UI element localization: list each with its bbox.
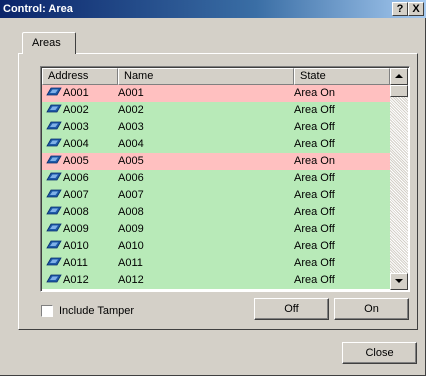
- window-title: Control: Area: [3, 3, 73, 15]
- state-cell: Area Off: [294, 104, 335, 116]
- address-text: A009: [63, 223, 89, 235]
- address-cell: A004: [46, 136, 118, 153]
- close-button[interactable]: Close: [342, 342, 417, 364]
- tab-label: Areas: [32, 37, 61, 49]
- state-cell: Area Off: [294, 223, 335, 235]
- table-row[interactable]: A008 A008 Area Off: [42, 204, 390, 221]
- name-cell: A002: [118, 104, 144, 116]
- state-cell: Area On: [294, 155, 335, 167]
- include-tamper-label: Include Tamper: [59, 305, 135, 317]
- name-cell: A006: [118, 172, 144, 184]
- address-text: A006: [63, 172, 89, 184]
- address-cell: A008: [46, 204, 118, 221]
- area-icon: [46, 189, 62, 198]
- table-row[interactable]: A002 A002 Area Off: [42, 102, 390, 119]
- address-text: A001: [63, 87, 89, 99]
- include-tamper-checkbox[interactable]: [41, 305, 53, 317]
- area-icon: [46, 274, 62, 283]
- areas-list[interactable]: Address Name State A001 A001 Area On A002 A0…: [40, 66, 410, 292]
- address-cell: A007: [46, 187, 118, 204]
- off-button[interactable]: Off: [254, 298, 329, 320]
- area-icon: [46, 155, 62, 164]
- state-cell: Area Off: [294, 138, 335, 150]
- address-cell: A005: [46, 153, 118, 170]
- name-cell: A008: [118, 206, 144, 218]
- table-row[interactable]: A003 A003 Area Off: [42, 119, 390, 136]
- address-text: A007: [63, 189, 89, 201]
- table-row[interactable]: A001 A001 Area On: [42, 85, 390, 102]
- address-cell: A012: [46, 272, 118, 289]
- area-icon: [46, 206, 62, 215]
- name-cell: A011: [118, 257, 143, 269]
- window-close-button[interactable]: X: [408, 2, 424, 16]
- name-cell: A004: [118, 138, 144, 150]
- table-row[interactable]: A006 A006 Area Off: [42, 170, 390, 187]
- name-cell: A010: [118, 240, 144, 252]
- area-icon: [46, 87, 62, 96]
- column-header-address[interactable]: Address: [42, 68, 118, 85]
- address-text: A005: [63, 155, 89, 167]
- scroll-thumb[interactable]: [390, 85, 408, 97]
- state-cell: Area Off: [294, 257, 335, 269]
- area-icon: [46, 172, 62, 181]
- column-header-name[interactable]: Name: [118, 68, 294, 85]
- address-cell: A011: [46, 255, 118, 272]
- address-cell: A001: [46, 85, 118, 102]
- table-row[interactable]: A009 A009 Area Off: [42, 221, 390, 238]
- list-header: Address Name State: [42, 68, 390, 85]
- table-row[interactable]: A011 A011 Area Off: [42, 255, 390, 272]
- title-bar[interactable]: Control: Area ? X: [0, 0, 426, 18]
- table-row[interactable]: A005 A005 Area On: [42, 153, 390, 170]
- scroll-down-button[interactable]: [390, 273, 408, 290]
- area-icon: [46, 121, 62, 130]
- tab-areas[interactable]: Areas: [22, 32, 76, 54]
- name-cell: A007: [118, 189, 144, 201]
- address-text: A010: [63, 240, 89, 252]
- column-header-state[interactable]: State: [294, 68, 390, 85]
- address-cell: A006: [46, 170, 118, 187]
- state-cell: Area Off: [294, 240, 335, 252]
- state-cell: Area Off: [294, 189, 335, 201]
- area-icon: [46, 138, 62, 147]
- arrow-down-icon: [395, 279, 403, 283]
- list-rows: A001 A001 Area On A002 A002 Area Off A003 A003 A…: [42, 85, 390, 289]
- table-row[interactable]: A004 A004 Area Off: [42, 136, 390, 153]
- state-cell: Area Off: [294, 172, 335, 184]
- state-cell: Area Off: [294, 206, 335, 218]
- name-cell: A001: [118, 87, 144, 99]
- address-cell: A009: [46, 221, 118, 238]
- dialog-window: Control: Area ? X Areas Address Name Sta…: [0, 0, 426, 376]
- address-text: A012: [63, 274, 89, 286]
- address-text: A002: [63, 104, 89, 116]
- address-text: A008: [63, 206, 89, 218]
- name-cell: A003: [118, 121, 144, 133]
- area-icon: [46, 104, 62, 113]
- on-button[interactable]: On: [334, 298, 409, 320]
- table-row[interactable]: A010 A010 Area Off: [42, 238, 390, 255]
- name-cell: A012: [118, 274, 144, 286]
- arrow-up-icon: [395, 74, 403, 78]
- help-button[interactable]: ?: [392, 2, 408, 16]
- scroll-up-button[interactable]: [390, 68, 408, 85]
- address-cell: A003: [46, 119, 118, 136]
- area-icon: [46, 223, 62, 232]
- address-text: A004: [63, 138, 89, 150]
- table-row[interactable]: A007 A007 Area Off: [42, 187, 390, 204]
- state-cell: Area Off: [294, 274, 335, 286]
- vertical-scrollbar[interactable]: [390, 68, 408, 290]
- area-icon: [46, 257, 62, 266]
- address-text: A011: [63, 257, 88, 269]
- table-row[interactable]: A012 A012 Area Off: [42, 272, 390, 289]
- name-cell: A005: [118, 155, 144, 167]
- address-text: A003: [63, 121, 89, 133]
- address-cell: A010: [46, 238, 118, 255]
- name-cell: A009: [118, 223, 144, 235]
- state-cell: Area Off: [294, 121, 335, 133]
- area-icon: [46, 240, 62, 249]
- address-cell: A002: [46, 102, 118, 119]
- state-cell: Area On: [294, 87, 335, 99]
